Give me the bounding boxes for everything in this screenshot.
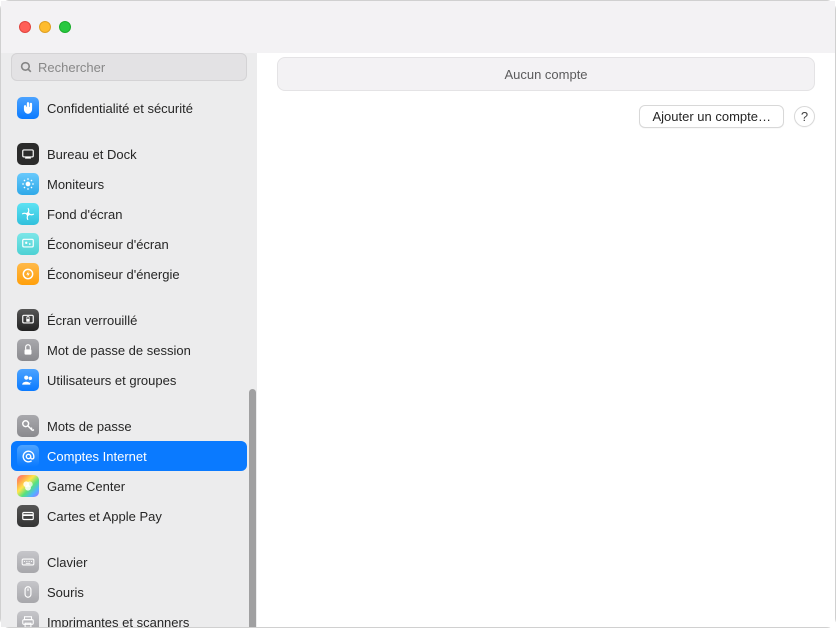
sidebar-item-label: Imprimantes et scanners [47, 615, 189, 628]
help-button[interactable]: ? [794, 106, 815, 127]
sidebar-item-comptes-internet[interactable]: Comptes Internet [11, 441, 247, 471]
search-input[interactable] [38, 60, 238, 75]
sidebar-item-label: Économiseur d'écran [47, 237, 169, 252]
keyboard-icon [17, 551, 39, 573]
sidebar-item-conomiseur-d-cran[interactable]: Économiseur d'écran [11, 229, 247, 259]
sidebar-item-label: Mot de passe de session [47, 343, 191, 358]
sidebar-item-label: Cartes et Apple Pay [47, 509, 162, 524]
dock-icon [17, 143, 39, 165]
wallet-icon [17, 505, 39, 527]
sidebar-item-mot-de-passe-de-session[interactable]: Mot de passe de session [11, 335, 247, 365]
lock-screen-icon [17, 309, 39, 331]
sidebar-item-label: Confidentialité et sécurité [47, 101, 193, 116]
mouse-icon [17, 581, 39, 603]
sidebar-item-label: Bureau et Dock [47, 147, 137, 162]
empty-accounts-text: Aucun compte [504, 67, 587, 82]
sidebar-item-label: Comptes Internet [47, 449, 147, 464]
minimize-window-button[interactable] [39, 21, 51, 33]
gamecenter-icon [17, 475, 39, 497]
content-area: Comptes Internet Aucun compte Ajouter un… [257, 53, 835, 627]
sidebar-item-mots-de-passe[interactable]: Mots de passe [11, 411, 247, 441]
sidebar-item-conomiseur-d-nergie[interactable]: Économiseur d'énergie [11, 259, 247, 289]
sidebar-item-game-center[interactable]: Game Center [11, 471, 247, 501]
scrollbar-thumb[interactable] [249, 389, 256, 627]
titlebar [1, 1, 835, 53]
add-account-button[interactable]: Ajouter un compte… [639, 105, 784, 128]
sidebar-item-fond-d-cran[interactable]: Fond d'écran [11, 199, 247, 229]
users-icon [17, 369, 39, 391]
sidebar-item-label: Moniteurs [47, 177, 104, 192]
key-icon [17, 415, 39, 437]
sidebar-item-clavier[interactable]: Clavier [11, 547, 247, 577]
sidebar-item-bureau-et-dock[interactable]: Bureau et Dock [11, 139, 247, 169]
window-controls [19, 21, 71, 33]
sidebar-item-label: Souris [47, 585, 84, 600]
sidebar-item-imprimantes-et-scanners[interactable]: Imprimantes et scanners [11, 607, 247, 627]
sidebar-item-cran-verrouill[interactable]: Écran verrouillé [11, 305, 247, 335]
sidebar: Confidentialité et sécurité Bureau et Doc… [1, 53, 257, 627]
sidebar-item-label: Mots de passe [47, 419, 132, 434]
sidebar-item-label: Utilisateurs et groupes [47, 373, 176, 388]
sidebar-item-confidentialit-et-s-curit[interactable]: Confidentialité et sécurité [11, 93, 247, 123]
sidebar-item-utilisateurs-et-groupes[interactable]: Utilisateurs et groupes [11, 365, 247, 395]
search-field[interactable] [11, 53, 247, 81]
sidebar-item-label: Fond d'écran [47, 207, 122, 222]
sidebar-item-label: Game Center [47, 479, 125, 494]
screensaver-icon [17, 233, 39, 255]
maximize-window-button[interactable] [59, 21, 71, 33]
display-icon [17, 173, 39, 195]
sidebar-item-label: Écran verrouillé [47, 313, 137, 328]
lock-icon [17, 339, 39, 361]
sidebar-item-label: Clavier [47, 555, 87, 570]
hand-icon [17, 97, 39, 119]
sidebar-item-cartes-et-apple-pay[interactable]: Cartes et Apple Pay [11, 501, 247, 531]
sidebar-item-moniteurs[interactable]: Moniteurs [11, 169, 247, 199]
energy-icon [17, 263, 39, 285]
search-icon [20, 61, 33, 74]
close-window-button[interactable] [19, 21, 31, 33]
printer-icon [17, 611, 39, 627]
at-icon [17, 445, 39, 467]
sidebar-item-label: Économiseur d'énergie [47, 267, 180, 282]
sidebar-item-souris[interactable]: Souris [11, 577, 247, 607]
empty-accounts-panel: Aucun compte [277, 57, 815, 91]
wallpaper-icon [17, 203, 39, 225]
